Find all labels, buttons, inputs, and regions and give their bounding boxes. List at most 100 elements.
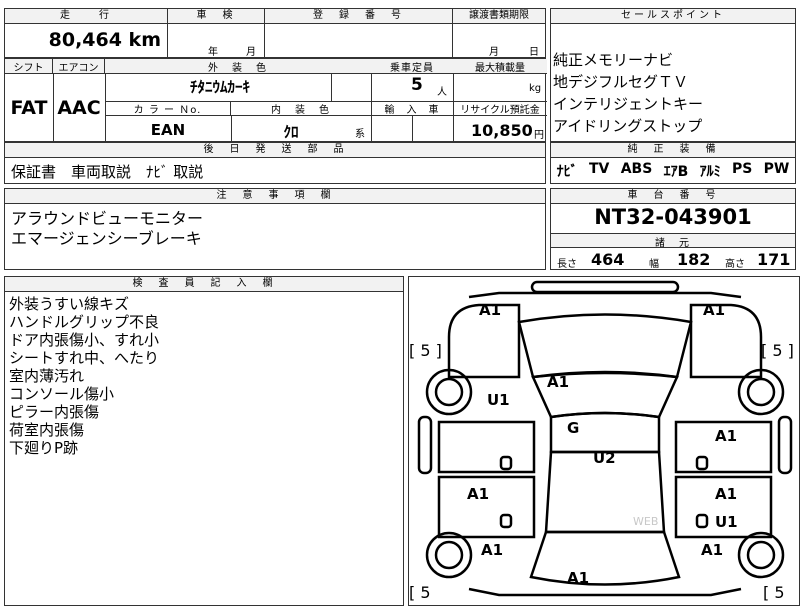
inspector-line: 外装うすい線キズ — [9, 295, 130, 313]
mileage-header: 走 行 — [5, 9, 167, 24]
recycle-unit: 円 — [534, 130, 544, 141]
equipment-box: 純 正 装 備 ﾅﾋﾞ TV ABS ｴｱB ｱﾙﾐ PS PW — [550, 142, 796, 184]
equipment-item: ﾅﾋﾞ — [556, 164, 578, 180]
ac-value: AAC — [57, 97, 101, 119]
mileage-value: 80,464 km — [48, 29, 161, 51]
sales-box: セールスポイント 純正メモリーナビ 地デジフルセグＴＶ インテリジェントキー ア… — [550, 8, 796, 142]
shift-header: シフト — [5, 59, 53, 74]
registration-box: 登 録 番 号 — [264, 8, 453, 58]
equipment-item: TV — [588, 161, 610, 177]
chassis-header: 車 台 番 号 — [551, 189, 795, 204]
sales-point: アイドリングストップ — [553, 117, 703, 135]
damage-mark: A1 — [567, 569, 590, 587]
inspector-line: ハンドルグリップ不良 — [9, 313, 160, 331]
max-load-header: 最大積載量 — [453, 59, 547, 74]
parts-header: 後 日 発 送 部 品 — [5, 143, 545, 158]
damage-mark: A1 — [701, 541, 724, 559]
damage-mark: U1 — [715, 513, 738, 531]
tire-depth-label: [ 5 ] — [761, 341, 794, 360]
capacity-header: 乗車定員 — [371, 59, 453, 74]
tire-depth-label: [ 5 — [763, 583, 785, 602]
inspector-line: 室内薄汚れ — [9, 367, 85, 385]
sales-point: インテリジェントキー — [553, 95, 704, 113]
interior-header: 内 装 色 — [231, 101, 371, 116]
width-label: 幅 — [649, 259, 659, 270]
notes-box: 注 意 事 項 欄 アラウンドビューモニター エマージェンシーブレーキ — [4, 188, 546, 270]
capacity-value: 5 — [411, 75, 423, 95]
tire-depth-label: [ 5 — [409, 583, 431, 602]
car-outline-icon — [417, 280, 793, 597]
damage-mark: A1 — [467, 485, 490, 503]
parts-box: 後 日 発 送 部 品 保証書 車両取説 ﾅﾋﾞ 取説 — [4, 142, 546, 184]
equipment-header: 純 正 装 備 — [551, 143, 795, 158]
interior-value: ｸﾛ — [283, 123, 299, 141]
transfer-day: 日 — [529, 47, 539, 58]
damage-mark: A1 — [479, 301, 502, 319]
exterior-value: ﾁﾀﾆｳﾑｶｰｷ — [189, 78, 250, 96]
note-line: エマージェンシーブレーキ — [11, 229, 202, 248]
equipment-list: ﾅﾋﾞ TV ABS ｴｱB ｱﾙﾐ PS PW — [551, 161, 795, 181]
color-no-value: EAN — [150, 121, 186, 139]
equipment-item: ｱﾙﾐ — [699, 164, 721, 180]
spec-grid: シフト FAT エアコン AAC 外 装 色 ﾁﾀﾆｳﾑｶｰｷ カ ラ ー Ｎo… — [4, 58, 547, 143]
exterior-header: 外 装 色 — [105, 59, 371, 74]
height-label: 高さ — [725, 259, 745, 270]
equipment-item: ｴｱB — [663, 164, 689, 180]
parts-value: 保証書 車両取説 ﾅﾋﾞ 取説 — [11, 163, 204, 181]
specs-header: 諸 元 — [551, 234, 795, 249]
equipment-item: ABS — [620, 161, 653, 177]
inspector-header: 検 査 員 記 入 欄 — [5, 277, 403, 292]
mileage-box: 走 行 80,464 km — [4, 8, 168, 58]
inspection-box: 車 検 年 月 — [167, 8, 265, 58]
sales-point: 純正メモリーナビ — [553, 51, 674, 69]
transfer-header: 譲渡書類期限 — [453, 9, 545, 24]
interior-suffix: 系 — [355, 129, 365, 140]
sales-list: 純正メモリーナビ 地デジフルセグＴＶ インテリジェントキー アイドリングストップ — [553, 49, 703, 137]
chassis-box: 車 台 番 号 NT32-043901 諸 元 長さ 464 幅 182 高さ … — [550, 188, 796, 270]
notes-list: アラウンドビューモニター エマージェンシーブレーキ — [11, 209, 203, 249]
length-value: 464 — [591, 250, 625, 269]
color-no-header: カ ラ ー Ｎo. — [105, 101, 231, 116]
inspection-year: 年 — [208, 47, 218, 58]
inspector-line: コンソール傷小 — [9, 385, 115, 403]
registration-header: 登 録 番 号 — [265, 9, 452, 24]
inspector-line: 荷室内張傷 — [9, 421, 85, 439]
inspector-line: 下廻りP跡 — [9, 439, 79, 457]
shift-value: FAT — [10, 97, 48, 119]
capacity-unit: 人 — [437, 87, 447, 98]
damage-mark: A1 — [547, 373, 570, 391]
ac-header: エアコン — [53, 59, 105, 74]
inspector-line: ドア内張傷小、すれ小 — [9, 331, 160, 349]
damage-mark: U2 — [593, 449, 616, 467]
width-value: 182 — [677, 250, 711, 269]
damage-mark: G — [567, 419, 580, 437]
inspection-month: 月 — [246, 47, 256, 58]
recycle-header: リサイクル預託金 — [453, 101, 547, 116]
watermark: WEB — [633, 515, 659, 528]
notes-header: 注 意 事 項 欄 — [5, 189, 545, 204]
damage-mark: U1 — [487, 391, 510, 409]
height-value: 171 — [757, 250, 791, 269]
damage-mark: A1 — [481, 541, 504, 559]
inspector-line: シートすれ中、へたり — [9, 349, 160, 367]
transfer-month: 月 — [489, 47, 499, 58]
damage-mark: A1 — [715, 427, 738, 445]
recycle-value: 10,850 — [471, 121, 533, 140]
inspection-header: 車 検 — [168, 9, 264, 24]
length-label: 長さ — [557, 259, 577, 270]
damage-mark: A1 — [715, 485, 738, 503]
equipment-item: PW — [763, 161, 790, 177]
sales-point: 地デジフルセグＴＶ — [553, 73, 689, 91]
car-diagram: A1 A1 A1 U1 G U2 A1 A1 A1 A1 U1 A1 A1 [ … — [408, 276, 800, 606]
inspector-box: 検 査 員 記 入 欄 外装うすい線キズ ハンドルグリップ不良 ドア内張傷小、す… — [4, 276, 404, 606]
tire-depth-label: [ 5 ] — [409, 341, 442, 360]
damage-mark: A1 — [703, 301, 726, 319]
transfer-box: 譲渡書類期限 月 日 — [452, 8, 546, 58]
inspector-line: ピラー内張傷 — [9, 403, 100, 421]
note-line: アラウンドビューモニター — [11, 209, 204, 228]
sales-header: セールスポイント — [551, 9, 795, 24]
max-load-unit: kg — [529, 83, 542, 94]
inspector-list: 外装うすい線キズ ハンドルグリップ不良 ドア内張傷小、すれ小 シートすれ中、へた… — [9, 295, 159, 457]
chassis-number: NT32-043901 — [594, 205, 752, 229]
equipment-item: PS — [731, 161, 753, 177]
